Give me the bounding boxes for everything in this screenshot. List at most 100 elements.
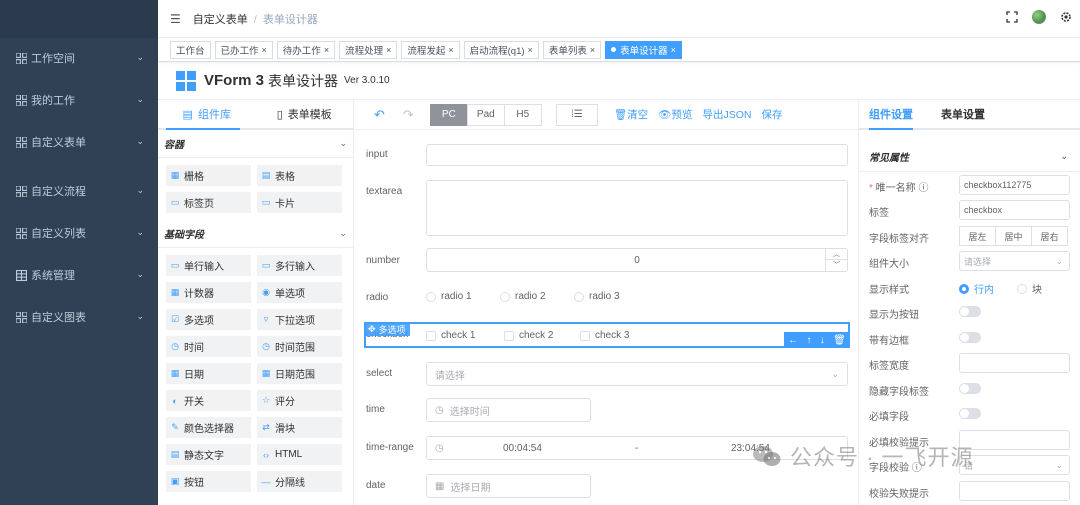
menu-toggle-icon[interactable]: ☰ — [170, 12, 181, 26]
tag-todo-work[interactable]: 待办工作 × — [276, 40, 336, 59]
field-number-row[interactable]: number 0 ︿ ﹀ — [354, 248, 858, 272]
align-center-button[interactable]: 居中 — [995, 226, 1032, 246]
widget-rate[interactable]: ☆ 评分 — [257, 390, 342, 411]
fullscreen-icon[interactable] — [1006, 11, 1018, 23]
select-field[interactable]: 请选择 ⌄ — [426, 362, 848, 386]
chevron-up-icon[interactable]: ︿ — [826, 249, 847, 260]
chevron-down-icon[interactable]: ﹀ — [826, 260, 847, 271]
tab-widget-library[interactable]: ▤ 组件库 — [158, 100, 256, 128]
widget-textarea[interactable]: ▭ 多行输入 — [257, 255, 342, 276]
avatar[interactable] — [1032, 10, 1046, 24]
widget-table[interactable]: ▤ 表格 — [257, 165, 342, 186]
widget-html[interactable]: ‹› HTML — [257, 444, 342, 465]
basic-group-title[interactable]: 基础字段 ⌄ — [158, 220, 353, 248]
sidebar-item-system[interactable]: 系统管理 ⌄ — [0, 255, 158, 295]
container-group-title[interactable]: 容器 ⌄ — [158, 130, 353, 158]
number-stepper[interactable]: 0 ︿ ﹀ — [426, 248, 848, 272]
widget-switch[interactable]: ◐ 开关 — [166, 390, 251, 411]
display-block-radio[interactable]: 块 — [1017, 281, 1042, 296]
date-picker[interactable]: ▦ 选择日期 — [426, 474, 591, 498]
label-width-input[interactable] — [959, 353, 1070, 373]
sidebar-item-my-work[interactable]: 我的工作 ⌄ — [0, 80, 158, 120]
export-json-button[interactable]: 导出JSON — [703, 107, 752, 122]
close-icon[interactable]: × — [386, 45, 391, 55]
widget-button[interactable]: ▣ 按钮 — [166, 471, 251, 492]
delete-icon[interactable]: 🗑 — [833, 335, 846, 346]
align-right-button[interactable]: 居右 — [1031, 226, 1068, 246]
widget-card[interactable]: ▭ 卡片 — [257, 192, 342, 213]
widget-static-text[interactable]: ▤ 静态文字 — [166, 444, 251, 465]
tag-process[interactable]: 流程处理 × — [339, 40, 398, 59]
radio-option[interactable]: radio 2 — [500, 291, 546, 302]
node-tree-button[interactable]: ⁞☰ — [555, 103, 598, 126]
widget-radio[interactable]: ◉ 单选项 — [257, 282, 342, 303]
size-select[interactable]: 请选择 ⌄ — [959, 251, 1070, 271]
label-input[interactable]: checkbox — [959, 200, 1070, 220]
tag-form-list[interactable]: 表单列表 × — [542, 40, 602, 59]
device-pad-button[interactable]: Pad — [466, 103, 505, 126]
tag-workbench[interactable]: 工作台 — [170, 40, 211, 59]
undo-icon[interactable]: ↶ — [374, 107, 385, 123]
field-textarea-row[interactable]: textarea — [354, 180, 858, 236]
sidebar-item-custom-flow[interactable]: 自定义流程 ⌄ — [0, 171, 158, 211]
preview-button[interactable]: 👁预览 — [658, 107, 692, 122]
field-checkbox-row-selected[interactable]: checkbox ✥多选项 check 1 check 2 check 3 ← … — [364, 322, 850, 348]
field-select-row[interactable]: select 请选择 ⌄ — [354, 362, 858, 386]
save-button[interactable]: 保存 — [762, 107, 783, 122]
widget-tabs[interactable]: ▭ 标签页 — [166, 192, 251, 213]
gear-icon[interactable] — [1060, 11, 1072, 23]
arrow-up-icon[interactable]: ↑ — [806, 335, 811, 346]
close-icon[interactable]: × — [671, 45, 676, 55]
radio-option[interactable]: radio 1 — [426, 291, 472, 302]
border-toggle[interactable] — [959, 332, 981, 343]
device-pc-button[interactable]: PC — [429, 103, 468, 126]
sidebar-item-custom-form[interactable]: 自定义表单 ⌄ — [0, 122, 158, 162]
widget-input[interactable]: ▭ 单行输入 — [166, 255, 251, 276]
tag-form-designer[interactable]: 表单设计器 × — [605, 40, 682, 59]
input-field[interactable] — [426, 144, 848, 166]
tab-form-templates[interactable]: ▯ 表单模板 — [256, 100, 354, 128]
widget-time-range[interactable]: ◷ 时间范围 — [257, 336, 342, 357]
widget-number[interactable]: ▦ 计数器 — [166, 282, 251, 303]
common-props-section[interactable]: 常见属性 ⌄ — [859, 142, 1080, 172]
display-inline-radio[interactable]: 行内 — [959, 281, 994, 296]
drag-handle[interactable]: ✥ 多选项 — [364, 322, 410, 336]
widget-grid[interactable]: ▦ 栅格 — [166, 165, 251, 186]
field-input-row[interactable]: input — [354, 144, 858, 166]
widget-time[interactable]: ◷ 时间 — [166, 336, 251, 357]
arrow-left-icon[interactable]: ← — [788, 335, 798, 346]
validation-fail-input[interactable] — [959, 481, 1070, 501]
sidebar-item-custom-chart[interactable]: 自定义图表 ⌄ — [0, 297, 158, 337]
tab-widget-settings[interactable]: 组件设置 — [869, 100, 913, 128]
align-left-button[interactable]: 居左 — [959, 226, 996, 246]
tag-launch-flow[interactable]: 启动流程(q1) × — [463, 40, 539, 59]
widget-date[interactable]: ▦ 日期 — [166, 363, 251, 384]
widget-date-range[interactable]: ▦ 日期范围 — [257, 363, 342, 384]
checkbox-option[interactable]: check 3 — [580, 330, 629, 341]
time-picker[interactable]: ◷ 选择时间 — [426, 398, 591, 422]
redo-icon[interactable]: ↷ — [403, 107, 414, 123]
required-hint-input[interactable] — [959, 430, 1070, 450]
clear-button[interactable]: 🗑清空 — [614, 107, 648, 122]
field-radio-row[interactable]: radio radio 1 radio 2 radio 3 — [354, 288, 858, 308]
checkbox-option[interactable]: check 2 — [504, 330, 553, 341]
widget-select[interactable]: ▿ 下拉选项 — [257, 309, 342, 330]
tag-start-process[interactable]: 流程发起 × — [401, 40, 460, 59]
tab-form-settings[interactable]: 表单设置 — [941, 100, 985, 128]
checkbox-option[interactable]: check 1 — [426, 330, 475, 341]
field-time-row[interactable]: time ◷ 选择时间 — [354, 398, 858, 422]
field-date-row[interactable]: date ▦ 选择日期 — [354, 474, 858, 498]
arrow-down-icon[interactable]: ↓ — [820, 335, 825, 346]
widget-checkbox[interactable]: ☑ 多选项 — [166, 309, 251, 330]
radio-option[interactable]: radio 3 — [574, 291, 620, 302]
close-icon[interactable]: × — [590, 45, 595, 55]
textarea-field[interactable] — [426, 180, 848, 236]
unique-name-input[interactable]: checkbox112775 — [959, 175, 1070, 195]
required-toggle[interactable] — [959, 408, 981, 419]
as-button-toggle[interactable] — [959, 306, 981, 317]
close-icon[interactable]: × — [324, 45, 329, 55]
close-icon[interactable]: × — [448, 45, 453, 55]
close-icon[interactable]: × — [528, 45, 533, 55]
validation-select[interactable]: 请 ⌄ — [959, 455, 1070, 475]
widget-color-picker[interactable]: ✎ 颜色选择器 — [166, 417, 251, 438]
